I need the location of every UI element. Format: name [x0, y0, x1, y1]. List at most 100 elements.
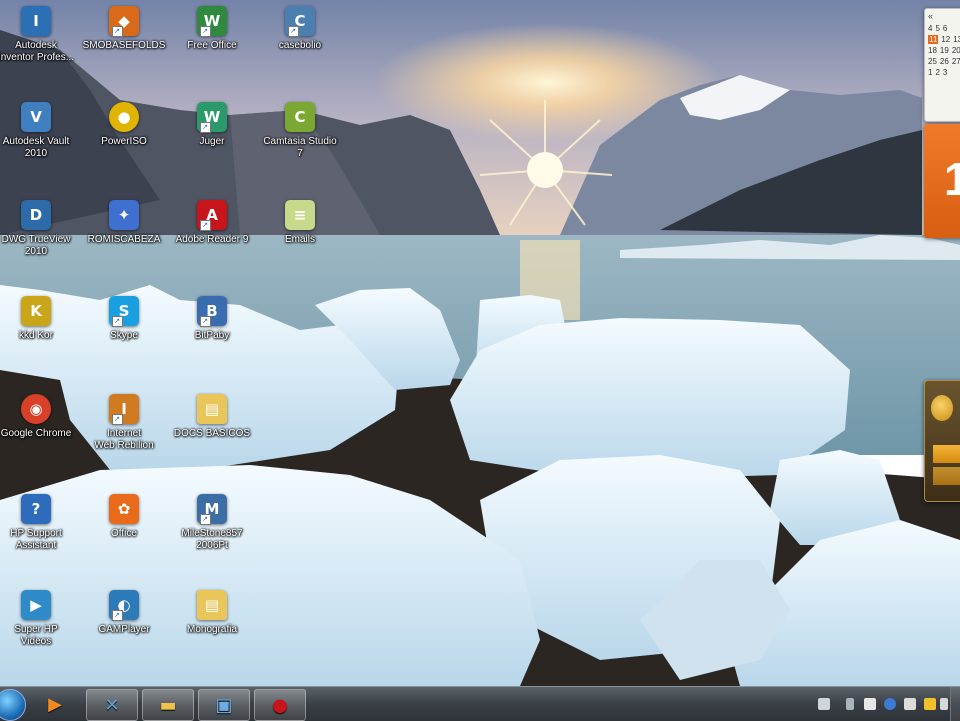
taskbar-recorder-button[interactable]: ● — [254, 689, 306, 721]
desktop-icon-label: Skype — [110, 330, 138, 341]
desktop-icon[interactable]: S ↗ Skype — [82, 292, 166, 378]
shortcut-arrow-icon: ↗ — [111, 316, 123, 327]
gadget-logo-icon — [931, 395, 953, 421]
flag-icon[interactable] — [904, 698, 916, 710]
shortcut-arrow-icon: ↗ — [287, 26, 299, 37]
desktop-icon[interactable]: Kkkd Kor — [0, 292, 78, 378]
desktop-icon-label: SMOBASEFOLDS — [82, 40, 166, 51]
shortcut-arrow-icon: ↗ — [199, 26, 211, 37]
shortcut-arrow-icon: ↗ — [111, 610, 123, 621]
desktop-icon[interactable]: ✦ ROMISCABEZA — [82, 196, 166, 282]
desktop-icon[interactable]: C ↗ casebolio — [258, 2, 342, 88]
desktop-icon[interactable]: ◐ ↗ GAMPlayer — [82, 586, 166, 672]
desktop-icon-label: Free Office — [187, 40, 237, 51]
gadget-bar — [933, 467, 960, 485]
calendar-day[interactable]: 1 — [928, 68, 932, 77]
desktop-icon[interactable]: A ↗ Adobe Reader 9 — [170, 196, 254, 282]
desktop-icon-image: ▶ — [21, 590, 51, 620]
shortcut-arrow-icon: ↗ — [199, 220, 211, 231]
desktop-icon-image: V — [21, 102, 51, 132]
power-icon[interactable] — [924, 698, 936, 710]
show-hidden-icon[interactable] — [846, 698, 854, 710]
desktop-icon-label: Super HP Videos — [14, 624, 58, 647]
shortcut-arrow-icon: ↗ — [111, 414, 123, 425]
desktop-icon-label: ROMISCABEZA — [87, 234, 161, 245]
taskbar-remote-desktop-button[interactable]: ▣ — [198, 689, 250, 721]
action-center-icon[interactable] — [818, 698, 830, 710]
calendar-day[interactable]: 19 — [940, 46, 949, 55]
desktop-icon[interactable]: M ↗ MileStone857 2006Pt — [170, 490, 254, 576]
bluetooth-icon[interactable] — [884, 698, 896, 710]
gadget-bar — [933, 445, 960, 463]
calendar-day[interactable]: 5 — [935, 24, 939, 33]
calendar-week-row: 456 — [925, 23, 960, 34]
desktop-icon-label: MileStone857 2006Pt — [181, 528, 243, 551]
desktop-icon-label: Emails — [284, 234, 315, 245]
taskbar-media-player-button[interactable]: ▶ — [30, 689, 80, 719]
desktop-icon[interactable]: B ↗ BitPaby — [170, 292, 254, 378]
desktop-icon[interactable]: ◉ Google Chrome — [0, 390, 78, 476]
calendar-day[interactable]: 4 — [928, 24, 932, 33]
desktop-icon[interactable]: ◆ ↗ SMOBASEFOLDS — [82, 2, 166, 88]
calendar-day[interactable]: 20 — [952, 46, 960, 55]
desktop-icon[interactable]: I ↗ Internet Web Rebilion — [82, 390, 166, 476]
desktop-icon[interactable]: ▤ DOCS BASICOS — [170, 390, 254, 476]
calendar-day[interactable]: 11 — [928, 35, 939, 44]
desktop-icon-label: Camtasia Studio 7 — [263, 136, 337, 159]
desktop-icon-label: Office — [111, 528, 137, 539]
desktop-icon-label: GAMPlayer — [98, 624, 150, 635]
desktop-icon-label: Adobe Reader 9 — [175, 234, 249, 245]
show-desktop-button[interactable] — [950, 687, 960, 721]
desktop-icon[interactable]: ≡ Emails — [258, 196, 342, 282]
desktop-icon-image: ≡ — [285, 200, 315, 230]
desktop-icon[interactable]: D DWG TrueView 2010 — [0, 196, 78, 282]
shortcut-arrow-icon: ↗ — [199, 316, 211, 327]
desktop-icon-image: D — [21, 200, 51, 230]
calendar-day[interactable]: 25 — [928, 57, 937, 66]
desktop-icon-label: Juger — [199, 136, 225, 147]
desktop-icon-image: ▤ — [197, 394, 227, 424]
calendar-day[interactable]: 13 — [953, 35, 960, 44]
desktop-icon[interactable]: C Camtasia Studio 7 — [258, 98, 342, 184]
desktop-icon-image: I — [21, 6, 51, 36]
taskbar-control-panel-button[interactable]: ✕ — [86, 689, 138, 721]
remote-desktop-icon: ▣ — [215, 694, 233, 716]
desktop-icon-label: kkd Kor — [19, 330, 53, 341]
calendar-day[interactable]: 3 — [943, 68, 947, 77]
desktop-icon[interactable]: ▶ Super HP Videos — [0, 586, 78, 672]
desktop-icon[interactable]: ? HP Support Assistant — [0, 490, 78, 576]
desktop-icon[interactable]: ● PowerISO — [82, 98, 166, 184]
shortcut-arrow-icon: ↗ — [199, 514, 211, 525]
calendar-day[interactable]: 26 — [940, 57, 949, 66]
desktop-icon-label: HP Support Assistant — [10, 528, 62, 551]
desktop-icon-image: ✿ — [109, 494, 139, 524]
date-gadget[interactable]: 1 — [924, 124, 960, 238]
network-icon[interactable] — [864, 698, 876, 710]
desktop-icon[interactable]: I Autodesk Inventor Profes... — [0, 2, 78, 88]
calendar-day[interactable]: 2 — [935, 68, 939, 77]
desktop-icon[interactable]: ▤ Monografia — [170, 586, 254, 672]
desktop-icon[interactable]: V Autodesk Vault 2010 — [0, 98, 78, 184]
explorer-icon: ▬ — [159, 694, 177, 716]
desktop-icon[interactable]: W ↗ Juger — [170, 98, 254, 184]
taskbar: ▶ ✕ ▬ ▣ ● — [0, 686, 960, 721]
start-button[interactable] — [0, 689, 26, 721]
desktop-icon[interactable]: W ↗ Free Office — [170, 2, 254, 88]
desktop-icon-image: ▤ — [197, 590, 227, 620]
date-day-number: 1 — [944, 153, 960, 205]
calendar-week-row: 111213 — [925, 34, 960, 45]
calendar-day[interactable]: 6 — [943, 24, 947, 33]
calendar-week-row: 18 19 20 — [925, 45, 960, 56]
shortcut-arrow-icon: ↗ — [111, 26, 123, 37]
volume-icon[interactable] — [940, 698, 948, 710]
calendar-day[interactable]: 27 — [952, 57, 960, 66]
calendar-gadget[interactable]: « 456111213181920252627123 — [924, 8, 960, 122]
desktop-icon-label: DOCS BASICOS — [173, 428, 251, 439]
taskbar-explorer-button[interactable]: ▬ — [142, 689, 194, 721]
calendar-prev-arrow[interactable]: « — [925, 9, 960, 23]
calendar-day[interactable]: 18 — [928, 46, 937, 55]
media-gadget[interactable] — [924, 380, 960, 502]
desktop-icon[interactable]: ✿ Office — [82, 490, 166, 576]
media-player-icon: ▶ — [48, 693, 62, 715]
calendar-day[interactable]: 12 — [941, 35, 950, 44]
